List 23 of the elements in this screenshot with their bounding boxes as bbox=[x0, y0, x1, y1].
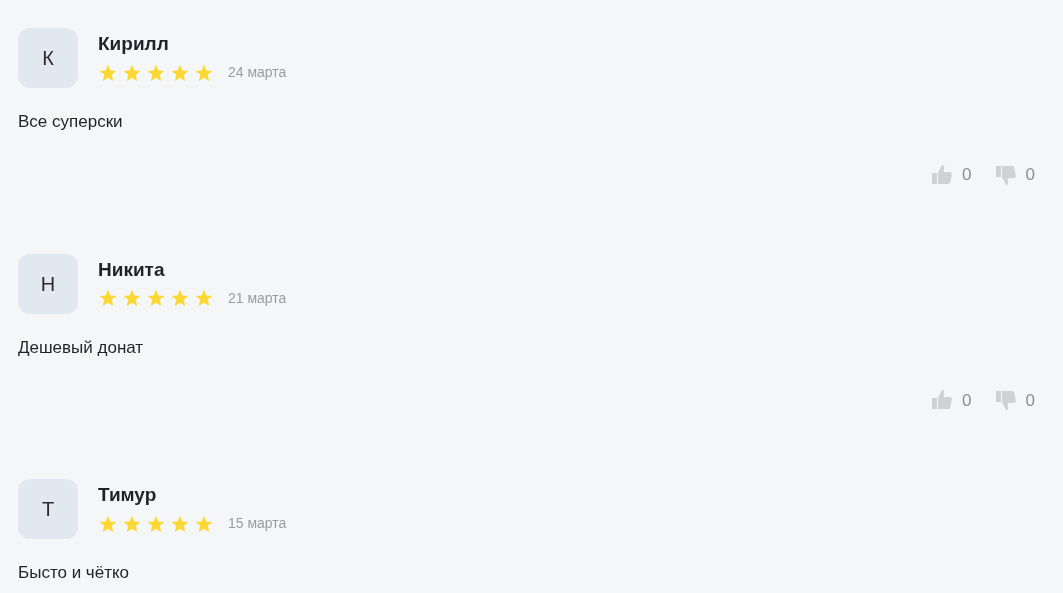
likes-count: 0 bbox=[962, 389, 972, 412]
review-date: 21 марта bbox=[228, 288, 287, 308]
avatar: Т bbox=[18, 479, 78, 539]
avatar: К bbox=[18, 28, 78, 88]
star-icon bbox=[98, 288, 118, 308]
review-date: 15 марта bbox=[228, 514, 287, 533]
star-icon bbox=[122, 288, 142, 308]
thumbs-down-icon[interactable] bbox=[993, 388, 1018, 413]
review-text: Все суперски bbox=[18, 112, 124, 132]
star-icon bbox=[194, 288, 214, 308]
reviewer-name: Никита bbox=[98, 257, 166, 282]
star-icon bbox=[170, 288, 190, 308]
thumbs-up-icon[interactable] bbox=[930, 162, 955, 187]
likes-count: 0 bbox=[962, 164, 972, 186]
dislikes-count: 0 bbox=[1025, 389, 1035, 412]
reviewer-name: Кирилл bbox=[98, 32, 170, 56]
dislikes-count: 0 bbox=[1025, 164, 1035, 186]
avatar: Н bbox=[18, 253, 78, 314]
reviewer-name: Тимур bbox=[98, 483, 158, 507]
review-date: 24 марта bbox=[228, 63, 287, 82]
review-text: Дешевый донат bbox=[18, 337, 145, 358]
review-text: Бысто и чётко bbox=[18, 563, 131, 583]
star-icon bbox=[146, 288, 166, 308]
